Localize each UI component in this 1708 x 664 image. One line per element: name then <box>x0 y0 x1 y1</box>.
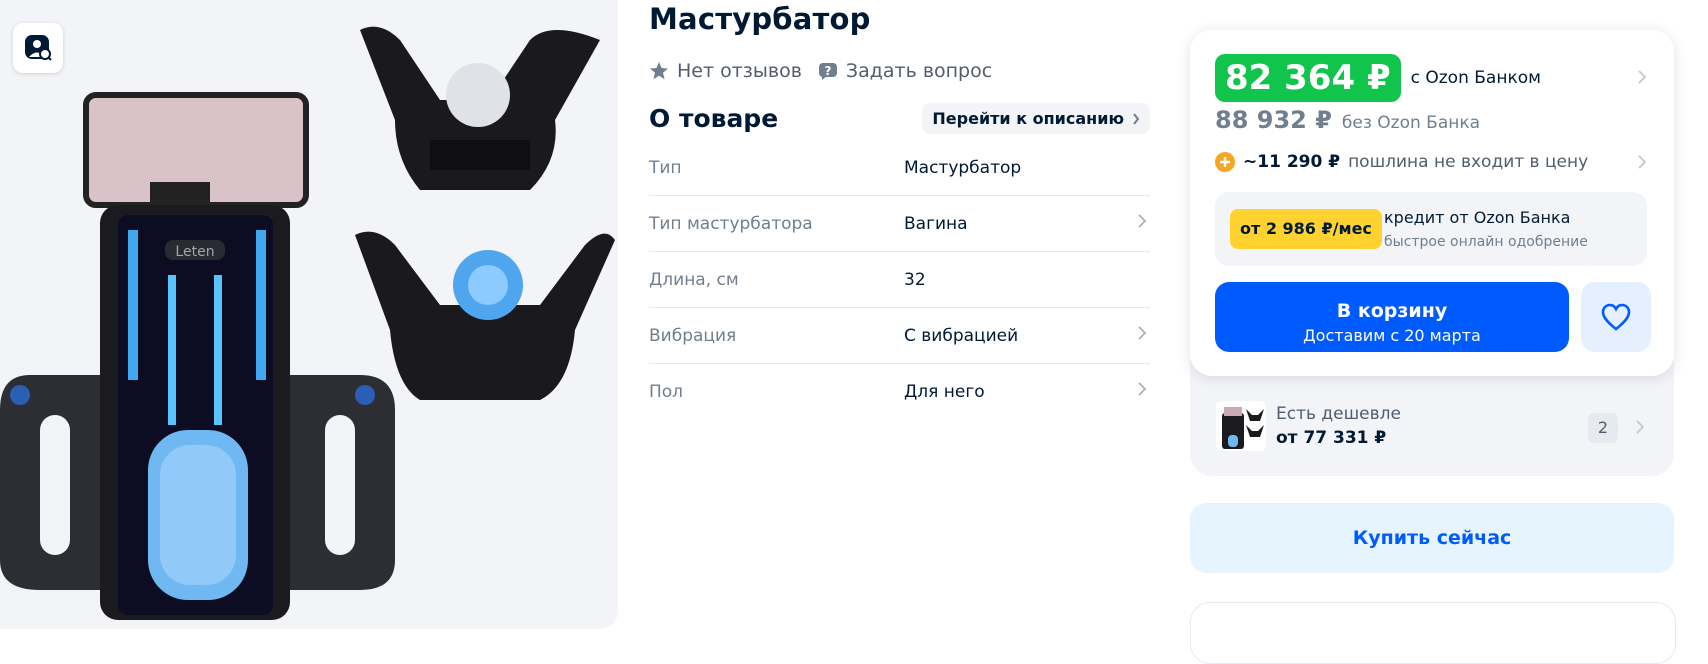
spec-row: Длина, см 32 <box>649 252 1150 308</box>
spec-label: Тип мастурбатора <box>649 213 813 234</box>
next-card <box>1190 602 1676 664</box>
product-image: Leten <box>0 26 615 620</box>
spec-label: Пол <box>649 381 684 402</box>
chevron-right-icon <box>1138 326 1146 340</box>
product-title: Мастурбатор <box>649 2 871 36</box>
ozon-bank-price: 82 364 ₽ <box>1215 54 1401 102</box>
duty-text: пошлина не входит в цену <box>1348 152 1589 172</box>
ask-question-label: Задать вопрос <box>845 60 993 82</box>
spec-row[interactable]: Пол Для него <box>649 364 1150 419</box>
regular-price-row: 88 932 ₽ без Ozon Банка <box>1215 106 1480 134</box>
spec-row[interactable]: Вибрация С вибрацией <box>649 308 1150 364</box>
spec-label: Вибрация <box>649 325 737 346</box>
regular-price-label: без Ozon Банка <box>1341 113 1481 133</box>
credit-offer[interactable]: от 2 986 ₽/мес кредит от Ozon Банка быст… <box>1215 192 1647 266</box>
image-search-icon <box>25 35 52 61</box>
buy-now-button[interactable]: Купить сейчас <box>1190 503 1674 573</box>
spec-value: Мастурбатор <box>904 157 1022 178</box>
about-header: О товаре Перейти к описанию <box>649 103 1150 134</box>
reviews-link[interactable]: Нет отзывов <box>649 60 802 82</box>
star-icon <box>650 62 668 80</box>
about-title: О товаре <box>649 104 779 133</box>
spec-value: Для него <box>904 381 985 402</box>
spec-value: Вагина <box>904 213 968 234</box>
spec-label: Длина, см <box>649 269 739 290</box>
favorite-button[interactable] <box>1581 282 1651 352</box>
delivery-date-label: Доставим с 20 марта <box>1303 325 1481 345</box>
spec-row: Тип Мастурбатор <box>649 140 1150 196</box>
svg-text:Leten: Leten <box>175 244 214 260</box>
duty-amount: ~11 290 ₽ <box>1243 152 1341 172</box>
credit-title: кредит от Ozon Банка <box>1384 208 1571 227</box>
cheaper-price: от 77 331 ₽ <box>1276 428 1387 448</box>
image-search-button[interactable] <box>13 23 63 73</box>
add-to-cart-button[interactable]: В корзину Доставим с 20 марта <box>1215 282 1569 352</box>
svg-text:?: ? <box>824 64 831 78</box>
add-to-cart-label: В корзину <box>1336 299 1448 322</box>
plus-circle-icon <box>1215 152 1235 172</box>
product-gallery[interactable]: Leten <box>0 0 618 629</box>
heart-icon <box>1601 303 1631 331</box>
chevron-right-icon <box>1138 382 1146 396</box>
spec-value: 32 <box>904 269 926 290</box>
chevron-right-icon <box>1138 214 1146 228</box>
cheaper-offers[interactable]: Есть дешевле от 77 331 ₽ 2 <box>1216 401 1656 453</box>
ozon-bank-price-label: с Ozon Банком <box>1410 68 1541 88</box>
question-icon: ? <box>818 63 837 80</box>
spec-list: Тип Мастурбатор Тип мастурбатора Вагина … <box>649 140 1150 419</box>
product-meta: Нет отзывов ? Задать вопрос <box>649 60 992 82</box>
duty-row[interactable]: ~11 290 ₽ пошлина не входит в цену <box>1215 152 1588 172</box>
credit-subtitle: быстрое онлайн одобрение <box>1384 234 1588 250</box>
spec-row[interactable]: Тип мастурбатора Вагина <box>649 196 1150 252</box>
cheaper-count-badge: 2 <box>1588 413 1618 443</box>
chevron-right-icon <box>1636 420 1644 434</box>
go-to-description-label: Перейти к описанию <box>932 109 1124 128</box>
product-thumbnail-image <box>1222 407 1264 449</box>
chevron-right-icon <box>1133 112 1140 125</box>
spec-value: С вибрацией <box>904 325 1019 346</box>
reviews-label: Нет отзывов <box>677 60 802 82</box>
chevron-right-icon <box>1638 155 1646 169</box>
ozon-bank-price-row[interactable]: 82 364 ₽ с Ozon Банком <box>1215 54 1541 102</box>
ask-question-link[interactable]: ? Задать вопрос <box>818 60 992 82</box>
cheaper-title: Есть дешевле <box>1276 404 1401 424</box>
chevron-right-icon <box>1638 70 1646 84</box>
credit-monthly-badge: от 2 986 ₽/мес <box>1230 209 1382 249</box>
regular-price: 88 932 ₽ <box>1215 106 1332 134</box>
cheaper-thumbnail <box>1216 401 1266 451</box>
spec-label: Тип <box>649 157 682 178</box>
go-to-description-button[interactable]: Перейти к описанию <box>922 103 1150 134</box>
price-card: 82 364 ₽ с Ozon Банком 88 932 ₽ без Ozon… <box>1190 30 1674 376</box>
